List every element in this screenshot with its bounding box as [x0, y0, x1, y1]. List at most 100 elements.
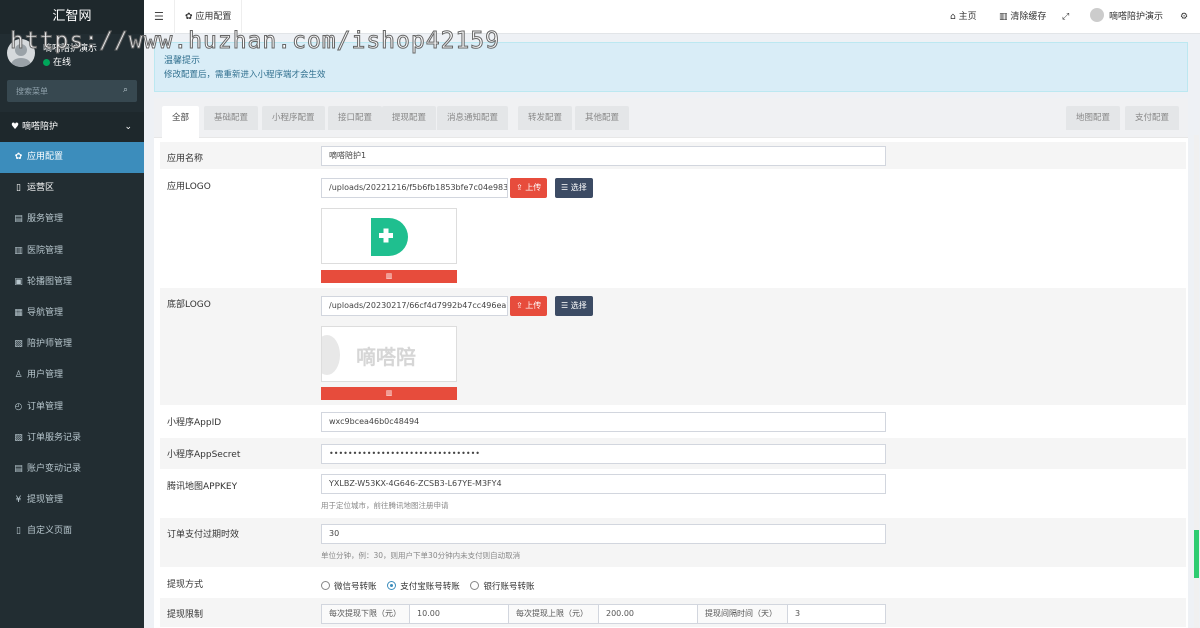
radio-off-icon[interactable]: [470, 581, 480, 590]
sidebar-item-label: 用户管理: [27, 370, 64, 381]
config-tabs: 全部 基础配置 小程序配置 接口配置 提现配置 消息通知配置 转发配置 其他配置 地图配置 支…: [154, 98, 1188, 138]
form-row-app-name: 应用名称 嘀嗒陪护1: [160, 142, 1186, 170]
sidebar-item-0[interactable]: ✿ 应用配置: [0, 142, 144, 174]
sidebar-item-10[interactable]: ▤ 账户变动记录: [0, 454, 144, 485]
select-label: 选择: [570, 301, 587, 310]
order-expire-input[interactable]: 30: [321, 524, 886, 544]
sidebar-item-label: 订单服务记录: [27, 432, 82, 443]
list-icon: ☰: [561, 183, 571, 192]
map-icon: ▯: [16, 183, 21, 194]
sidebar-item-label: 订单管理: [27, 401, 64, 412]
scrollbar[interactable]: [1194, 135, 1199, 628]
sidebar-search-input[interactable]: 搜索菜单 ⌕: [7, 80, 137, 102]
sidebar-item-7[interactable]: ♙ 用户管理: [0, 360, 144, 391]
sidebar-item-label: 账户变动记录: [27, 463, 82, 474]
sidebar-group-toggle[interactable]: ♥ 嘀嗒陪护 ⌄: [0, 112, 144, 142]
fullscreen-icon[interactable]: ⤢: [1062, 0, 1069, 34]
withdraw-max-input[interactable]: 200.00: [598, 604, 698, 624]
top-user-name: 嘀嗒陪护演示: [1109, 12, 1164, 22]
trash-icon: ▥: [999, 12, 1011, 22]
app-logo-label: 应用LOGO: [167, 182, 211, 192]
tab-4[interactable]: 提现配置: [382, 106, 437, 130]
bottom-logo-path-input[interactable]: /uploads/20230217/66cf4d7992b47cc496ea73…: [321, 296, 508, 316]
radio-bank-label: 银行账号转账: [483, 582, 535, 592]
sidebar-item-1[interactable]: ▯ 运营区: [0, 173, 144, 204]
sidebar-item-11[interactable]: ¥ 提现管理: [0, 485, 144, 516]
app-logo-path-input[interactable]: /uploads/20221216/f5b6fb1853bfe7c04e9834…: [321, 178, 508, 198]
appsecret-label: 小程序AppSecret: [167, 450, 241, 460]
sidebar-item-label: 导航管理: [27, 307, 64, 318]
sidebar-item-label: 陪护师管理: [27, 339, 73, 350]
radio-wechat-label: 微信号转账: [334, 582, 377, 592]
trash-icon: ▥: [385, 272, 393, 280]
avatar: [1090, 8, 1104, 22]
sidebar-item-9[interactable]: ▨ 订单服务记录: [0, 423, 144, 454]
search-icon[interactable]: ⌕: [123, 85, 128, 95]
app-logo-select-button[interactable]: ☰ 选择: [555, 178, 593, 198]
radio-on-icon[interactable]: [387, 581, 397, 590]
map-key-label: 腾讯地图APPKEY: [167, 482, 238, 492]
clear-cache-button[interactable]: ▥ 清除缓存: [999, 0, 1046, 34]
form-row-appsecret: 小程序AppSecret •••••••••••••••••••••••••••…: [160, 438, 1186, 470]
tab-pay-config[interactable]: 支付配置: [1125, 106, 1180, 130]
tab-7[interactable]: 其他配置: [575, 106, 630, 130]
sidebar-item-3[interactable]: ▥ 医院管理: [0, 236, 144, 267]
tab-2[interactable]: 小程序配置: [262, 106, 325, 130]
user-status: 在线: [43, 55, 71, 68]
sidebar-item-label: 服务管理: [27, 214, 64, 225]
tab-0[interactable]: 全部: [162, 106, 200, 138]
sidebar-item-5[interactable]: ▦ 导航管理: [0, 298, 144, 329]
app-logo-image: [371, 218, 408, 256]
sidebar-item-12[interactable]: ▯ 自定义页面: [0, 516, 144, 547]
tab-3[interactable]: 接口配置: [328, 106, 383, 130]
list-icon: ▤: [14, 214, 23, 225]
hospital-icon: ▥: [14, 245, 23, 256]
sidebar-item-6[interactable]: ▧ 陪护师管理: [0, 329, 144, 360]
home-link[interactable]: ⌂ 主页: [950, 0, 977, 34]
withdraw-min-label: 每次提现下限（元）: [321, 604, 410, 624]
user-icon: ♙: [14, 370, 23, 381]
order-expire-help: 单位分钟，例：30，则用户下单30分钟内未支付则自动取消: [321, 551, 521, 560]
withdraw-method-options: 微信号转账 支付宝账号转账 银行账号转账: [321, 580, 534, 592]
gear-icon: ✿: [14, 152, 23, 162]
radio-alipay-label: 支付宝账号转账: [400, 582, 460, 592]
sidebar-item-4[interactable]: ▣ 轮播图管理: [0, 267, 144, 298]
sidebar-item-label: 提现管理: [27, 495, 64, 506]
tab-map-config[interactable]: 地图配置: [1066, 106, 1121, 130]
app-logo-delete-button[interactable]: ▥: [321, 270, 457, 283]
home-icon: ⌂: [950, 12, 959, 22]
tab-5[interactable]: 消息通知配置: [437, 106, 509, 130]
bottom-logo-upload-button[interactable]: ⇪ 上传: [510, 296, 548, 316]
withdraw-interval-input[interactable]: 3: [787, 604, 886, 624]
appid-input[interactable]: wxc9bcea46b0c48494: [321, 412, 886, 432]
scrollbar-thumb[interactable]: [1194, 530, 1199, 578]
menu-toggle-icon[interactable]: ☰: [154, 10, 164, 23]
sidebar-item-8[interactable]: ◴ 订单管理: [0, 392, 144, 423]
ledger-icon: ▤: [14, 463, 23, 474]
sidebar-group-label: 嘀嗒陪护: [21, 122, 58, 132]
alert-message: 修改配置后，需重新进入小程序端才会生效: [164, 70, 326, 80]
sidebar-item-2[interactable]: ▤ 服务管理: [0, 204, 144, 235]
form-row-app-logo: 应用LOGO /uploads/20221216/f5b6fb1853bfe7c…: [160, 170, 1186, 288]
alert-title: 温馨提示: [164, 56, 201, 66]
bottom-logo-delete-button[interactable]: ▥: [321, 387, 457, 400]
app-logo-upload-button[interactable]: ⇪ 上传: [510, 178, 548, 198]
bottom-logo-select-button[interactable]: ☰ 选择: [555, 296, 593, 316]
clear-cache-label: 清除缓存: [1010, 12, 1047, 22]
appsecret-input[interactable]: ••••••••••••••••••••••••••••••••: [321, 444, 886, 464]
form-row-withdraw-limit: 提现限制 每次提现下限（元） 10.00 每次提现上限（元） 200.00 提现…: [160, 598, 1186, 628]
tab-1[interactable]: 基础配置: [204, 106, 259, 130]
radio-alipay[interactable]: 支付宝账号转账: [387, 581, 460, 592]
settings-gear-icon[interactable]: ⚙: [1180, 0, 1188, 34]
radio-bank[interactable]: 银行账号转账: [470, 581, 535, 592]
map-key-input[interactable]: YXLBZ-W53KX-4G646-ZCSB3-L67YE-M3FY4: [321, 474, 886, 494]
radio-off-icon[interactable]: [321, 581, 330, 590]
tab-6[interactable]: 转发配置: [518, 106, 573, 130]
config-panel: 全部 基础配置 小程序配置 接口配置 提现配置 消息通知配置 转发配置 其他配置 地图配置 支…: [154, 98, 1188, 628]
user-menu[interactable]: 嘀嗒陪护演示: [1090, 0, 1163, 34]
app-name-input[interactable]: 嘀嗒陪护1: [321, 146, 886, 166]
order-icon: ◴: [14, 401, 23, 412]
withdraw-min-input[interactable]: 10.00: [409, 604, 509, 624]
idcard-icon: ▧: [14, 339, 23, 350]
radio-wechat[interactable]: 微信号转账: [321, 581, 377, 592]
